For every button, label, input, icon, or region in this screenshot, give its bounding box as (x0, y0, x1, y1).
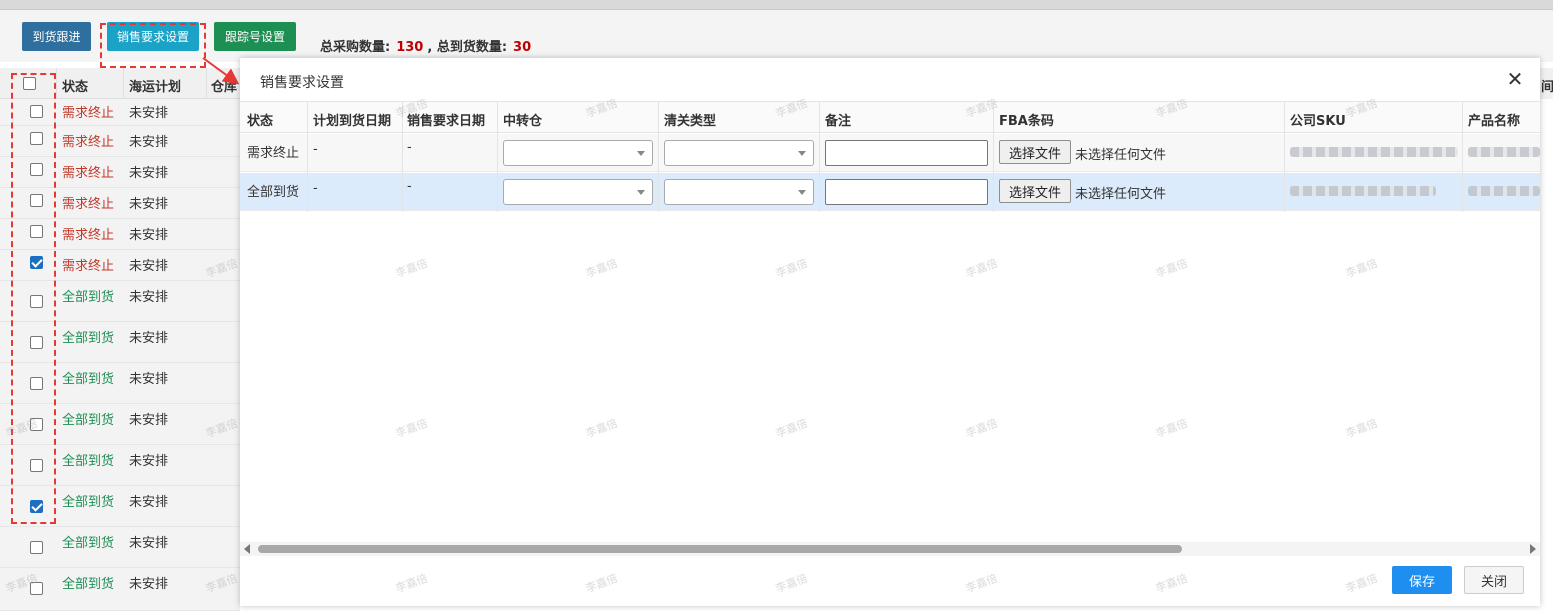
column-divider (1462, 101, 1463, 212)
column-divider (658, 101, 659, 212)
col-company-sku: 公司SKU (1290, 114, 1346, 129)
row-planned-date: - (313, 181, 318, 196)
row-sales-date: - (407, 140, 412, 155)
col-status: 状态 (247, 114, 274, 129)
col-product-name: 产品名称 (1468, 114, 1521, 129)
close-icon[interactable]: ✕ (1506, 69, 1524, 89)
save-button[interactable]: 保存 (1392, 566, 1452, 594)
product-name-redacted (1468, 147, 1540, 157)
column-divider (819, 101, 820, 212)
product-name-redacted (1468, 186, 1540, 196)
customs-type-select[interactable] (664, 179, 814, 205)
column-divider (497, 101, 498, 212)
scroll-right-icon[interactable] (1530, 544, 1536, 554)
column-divider (402, 101, 403, 212)
chevron-down-icon (798, 151, 806, 156)
scroll-left-icon[interactable] (244, 544, 250, 554)
table-row: 全部到货 - - 选择文件 未选择任何文件 (240, 173, 1540, 211)
horizontal-scrollbar[interactable] (240, 542, 1540, 556)
column-divider (1284, 101, 1285, 212)
close-button[interactable]: 关闭 (1464, 566, 1524, 594)
transit-warehouse-select[interactable] (503, 140, 653, 166)
row-status: 全部到货 (247, 185, 300, 200)
col-planned-date: 计划到货日期 (313, 114, 392, 129)
col-remark: 备注 (825, 114, 852, 129)
chevron-down-icon (798, 190, 806, 195)
scrollbar-thumb[interactable] (258, 545, 1182, 553)
col-customs-type: 清关类型 (664, 114, 717, 129)
choose-file-button[interactable]: 选择文件 (999, 140, 1071, 164)
column-divider (993, 101, 994, 212)
sku-redacted (1290, 147, 1458, 157)
grid-header: 状态 计划到货日期 销售要求日期 中转仓 清关类型 备注 FBA条码 公司SKU… (240, 101, 1540, 133)
col-fba-barcode: FBA条码 (999, 114, 1054, 129)
file-status: 未选择任何文件 (1075, 148, 1167, 163)
row-sales-date: - (407, 179, 412, 194)
row-status: 需求终止 (247, 146, 300, 161)
col-sales-date: 销售要求日期 (407, 114, 486, 129)
col-transit-warehouse: 中转仓 (503, 114, 543, 129)
sales-requirement-dialog: 销售要求设置 ✕ 状态 计划到货日期 销售要求日期 中转仓 清关类型 备注 FB… (240, 58, 1540, 606)
remark-input[interactable] (825, 179, 988, 205)
transit-warehouse-select[interactable] (503, 179, 653, 205)
dialog-title: 销售要求设置 (260, 75, 344, 91)
file-status: 未选择任何文件 (1075, 187, 1167, 202)
customs-type-select[interactable] (664, 140, 814, 166)
remark-input[interactable] (825, 140, 988, 166)
choose-file-button[interactable]: 选择文件 (999, 179, 1071, 203)
chevron-down-icon (637, 190, 645, 195)
column-divider (307, 101, 308, 212)
chevron-down-icon (637, 151, 645, 156)
row-planned-date: - (313, 142, 318, 157)
sku-redacted (1290, 186, 1436, 196)
table-row: 需求终止 - - 选择文件 未选择任何文件 (240, 134, 1540, 172)
